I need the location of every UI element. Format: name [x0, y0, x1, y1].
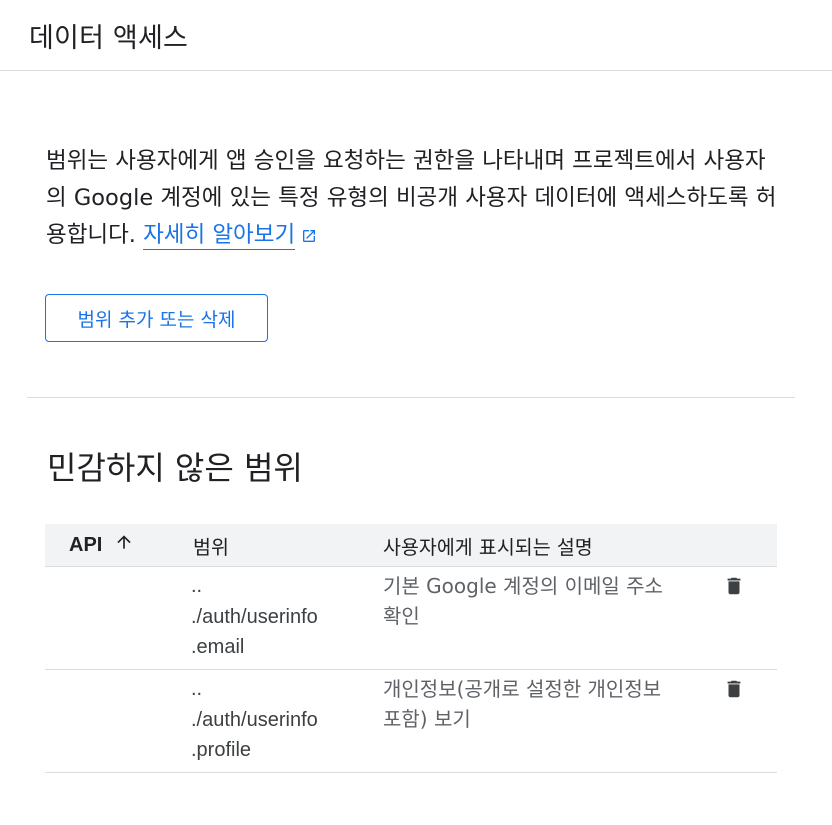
open-in-new-icon: [301, 219, 317, 256]
scopes-description: 범위는 사용자에게 앱 승인을 요청하는 권한을 나타내며 프로젝트에서 사용자…: [46, 143, 786, 256]
scope-line: ./auth/userinfo: [191, 708, 318, 731]
data-access-page: 데이터 액세스 범위는 사용자에게 앱 승인을 요청하는 권한을 나타내며 프로…: [0, 0, 832, 825]
delete-scope-button[interactable]: [721, 575, 747, 601]
top-bar: 데이터 액세스: [0, 0, 832, 71]
delete-scope-button[interactable]: [721, 678, 747, 704]
api-column-header[interactable]: API: [69, 524, 134, 566]
scope-line: .email: [191, 636, 245, 658]
description-cell: 기본 Google 계정의 이메일 주소 확인: [383, 574, 663, 628]
table-row: .. ./auth/userinfo .profile 개인정보(공개로 설정한…: [45, 670, 777, 773]
learn-more-link[interactable]: 자세히 알아보기: [143, 222, 296, 250]
trash-icon: [723, 574, 745, 602]
scope-line: .profile: [191, 739, 252, 761]
description-column-header: 사용자에게 표시되는 설명: [383, 535, 593, 559]
scope-line: ..: [191, 678, 203, 700]
scope-column-header: 범위: [193, 535, 229, 559]
trash-icon: [723, 677, 745, 705]
table-row: .. ./auth/userinfo .email 기본 Google 계정의 …: [45, 567, 777, 670]
scope-cell: .. ./auth/userinfo .profile: [191, 674, 351, 766]
description-cell: 개인정보(공개로 설정한 개인정보 포함) 보기: [383, 677, 662, 731]
table-header: API 범위 사용자에게 표시되는 설명: [45, 524, 777, 567]
scope-cell: .. ./auth/userinfo .email: [191, 571, 351, 663]
learn-more-label: 자세히 알아보기: [143, 222, 296, 248]
api-column-label: API: [69, 533, 103, 556]
scope-line: ./auth/userinfo: [191, 605, 318, 628]
non-sensitive-scopes-title: 민감하지 않은 범위: [47, 449, 303, 487]
scope-line: ..: [191, 575, 203, 597]
add-remove-scopes-button[interactable]: 범위 추가 또는 삭제: [45, 294, 268, 342]
section-divider: [27, 397, 795, 398]
non-sensitive-scopes-table: API 범위 사용자에게 표시되는 설명 .. ./auth/userinfo …: [45, 524, 777, 773]
arrow-upward-icon[interactable]: [114, 532, 134, 558]
page-title: 데이터 액세스: [29, 23, 189, 54]
